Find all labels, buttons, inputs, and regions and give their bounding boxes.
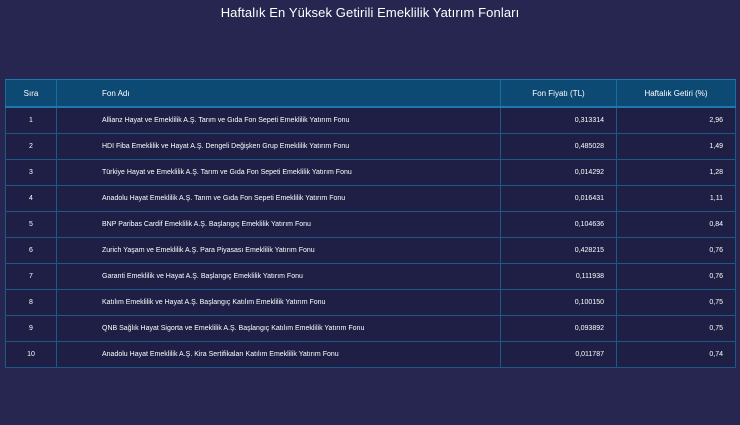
cell-fund-price: 0,093892 xyxy=(500,315,617,342)
cell-weekly-return: 1,11 xyxy=(616,185,736,212)
cell-rank: 6 xyxy=(5,237,57,264)
table-row: 6 Zurich Yaşam ve Emeklilik A.Ş. Para Pi… xyxy=(5,237,736,264)
cell-weekly-return: 0,75 xyxy=(616,315,736,342)
cell-rank: 2 xyxy=(5,133,57,160)
cell-fund-price: 0,016431 xyxy=(500,185,617,212)
cell-fund-price: 0,313314 xyxy=(500,106,617,134)
header-fund-price[interactable]: Fon Fiyatı (TL) xyxy=(500,79,617,108)
cell-fund-price: 0,485028 xyxy=(500,133,617,160)
cell-fund-name: HDI Fiba Emeklilik ve Hayat A.Ş. Dengeli… xyxy=(56,133,501,160)
cell-fund-price: 0,100150 xyxy=(500,289,617,316)
table-header-row: Sıra Fon Adı Fon Fiyatı (TL) Haftalık Ge… xyxy=(5,79,736,108)
header-rank[interactable]: Sıra xyxy=(5,79,57,108)
cell-fund-name: Türkiye Hayat ve Emeklilik A.Ş. Tarım ve… xyxy=(56,159,501,186)
table-row: 1 Allianz Hayat ve Emeklilik A.Ş. Tarım … xyxy=(5,106,736,134)
cell-rank: 4 xyxy=(5,185,57,212)
cell-fund-name: Anadolu Hayat Emeklilik A.Ş. Kira Sertif… xyxy=(56,341,501,368)
table-row: 5 BNP Paribas Cardif Emeklilik A.Ş. Başl… xyxy=(5,211,736,238)
cell-weekly-return: 2,96 xyxy=(616,106,736,134)
cell-fund-name: Katılım Emeklilik ve Hayat A.Ş. Başlangı… xyxy=(56,289,501,316)
cell-fund-price: 0,428215 xyxy=(500,237,617,264)
cell-weekly-return: 0,76 xyxy=(616,263,736,290)
cell-fund-price: 0,104636 xyxy=(500,211,617,238)
header-weekly-return[interactable]: Haftalık Getiri (%) xyxy=(616,79,736,108)
table-row: 3 Türkiye Hayat ve Emeklilik A.Ş. Tarım … xyxy=(5,159,736,186)
cell-fund-name: Zurich Yaşam ve Emeklilik A.Ş. Para Piya… xyxy=(56,237,501,264)
cell-fund-price: 0,011787 xyxy=(500,341,617,368)
cell-weekly-return: 0,76 xyxy=(616,237,736,264)
table-row: 7 Garanti Emeklilik ve Hayat A.Ş. Başlan… xyxy=(5,263,736,290)
cell-rank: 1 xyxy=(5,106,57,134)
cell-rank: 3 xyxy=(5,159,57,186)
cell-weekly-return: 0,84 xyxy=(616,211,736,238)
cell-fund-price: 0,014292 xyxy=(500,159,617,186)
cell-rank: 10 xyxy=(5,341,57,368)
cell-fund-name: QNB Sağlık Hayat Sigorta ve Emeklilik A.… xyxy=(56,315,501,342)
cell-weekly-return: 1,28 xyxy=(616,159,736,186)
cell-fund-name: Garanti Emeklilik ve Hayat A.Ş. Başlangı… xyxy=(56,263,501,290)
table-row: 10 Anadolu Hayat Emeklilik A.Ş. Kira Ser… xyxy=(5,341,736,368)
table-row: 8 Katılım Emeklilik ve Hayat A.Ş. Başlan… xyxy=(5,289,736,316)
cell-fund-name: Anadolu Hayat Emeklilik A.Ş. Tarım ve Gı… xyxy=(56,185,501,212)
cell-rank: 7 xyxy=(5,263,57,290)
cell-fund-price: 0,111938 xyxy=(500,263,617,290)
cell-fund-name: BNP Paribas Cardif Emeklilik A.Ş. Başlan… xyxy=(56,211,501,238)
cell-rank: 8 xyxy=(5,289,57,316)
table-row: 4 Anadolu Hayat Emeklilik A.Ş. Tarım ve … xyxy=(5,185,736,212)
cell-rank: 5 xyxy=(5,211,57,238)
table-row: 2 HDI Fiba Emeklilik ve Hayat A.Ş. Denge… xyxy=(5,133,736,160)
cell-weekly-return: 0,74 xyxy=(616,341,736,368)
cell-weekly-return: 1,49 xyxy=(616,133,736,160)
fund-table: Sıra Fon Adı Fon Fiyatı (TL) Haftalık Ge… xyxy=(5,79,736,368)
cell-fund-name: Allianz Hayat ve Emeklilik A.Ş. Tarım ve… xyxy=(56,106,501,134)
header-fund-name[interactable]: Fon Adı xyxy=(56,79,501,108)
cell-weekly-return: 0,75 xyxy=(616,289,736,316)
page-title: Haftalık En Yüksek Getirili Emeklilik Ya… xyxy=(220,5,520,20)
cell-rank: 9 xyxy=(5,315,57,342)
table-row: 9 QNB Sağlık Hayat Sigorta ve Emeklilik … xyxy=(5,315,736,342)
